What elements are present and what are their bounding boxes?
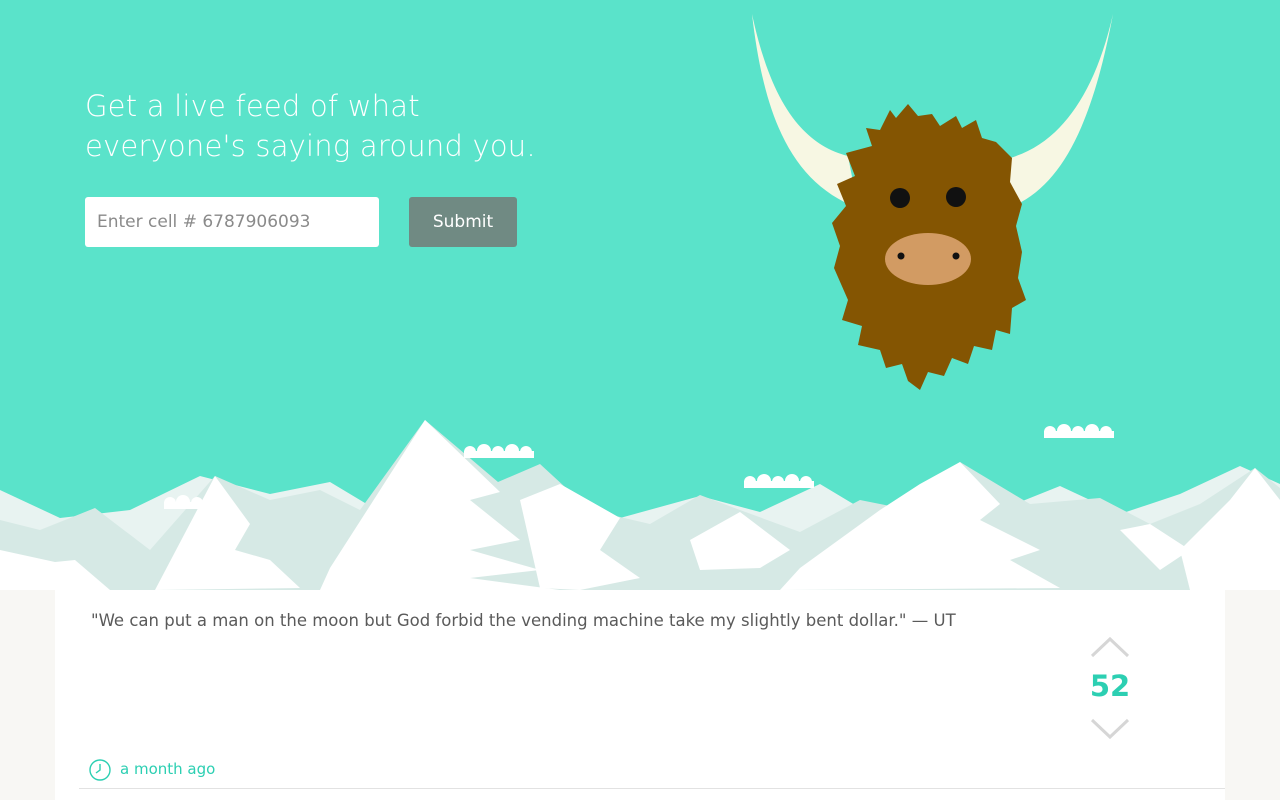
upvote-chevron-up-icon[interactable] xyxy=(1090,636,1130,658)
card-divider xyxy=(79,788,1225,789)
post-timestamp: a month ago xyxy=(120,760,216,778)
phone-number-input[interactable] xyxy=(85,197,379,247)
headline-line-1: Get a live feed of what xyxy=(85,89,420,123)
yak-mascot-icon xyxy=(752,14,1113,390)
vote-count: 52 xyxy=(1089,669,1131,703)
mountain-range-illustration xyxy=(0,420,1280,590)
downvote-chevron-down-icon[interactable] xyxy=(1090,718,1130,740)
hero-headline: Get a live feed of what everyone's sayin… xyxy=(85,86,565,166)
post-card: "We can put a man on the moon but God fo… xyxy=(55,590,1225,800)
cloud-4 xyxy=(1044,424,1114,438)
post-text: "We can put a man on the moon but God fo… xyxy=(91,611,956,630)
headline-line-2: everyone's saying around you. xyxy=(85,129,536,163)
hero-banner: Get a live feed of what everyone's sayin… xyxy=(0,0,1280,590)
cloud-2 xyxy=(464,444,534,458)
clock-icon xyxy=(89,759,111,781)
submit-button[interactable]: Submit xyxy=(409,197,517,247)
cloud-3 xyxy=(744,474,814,488)
